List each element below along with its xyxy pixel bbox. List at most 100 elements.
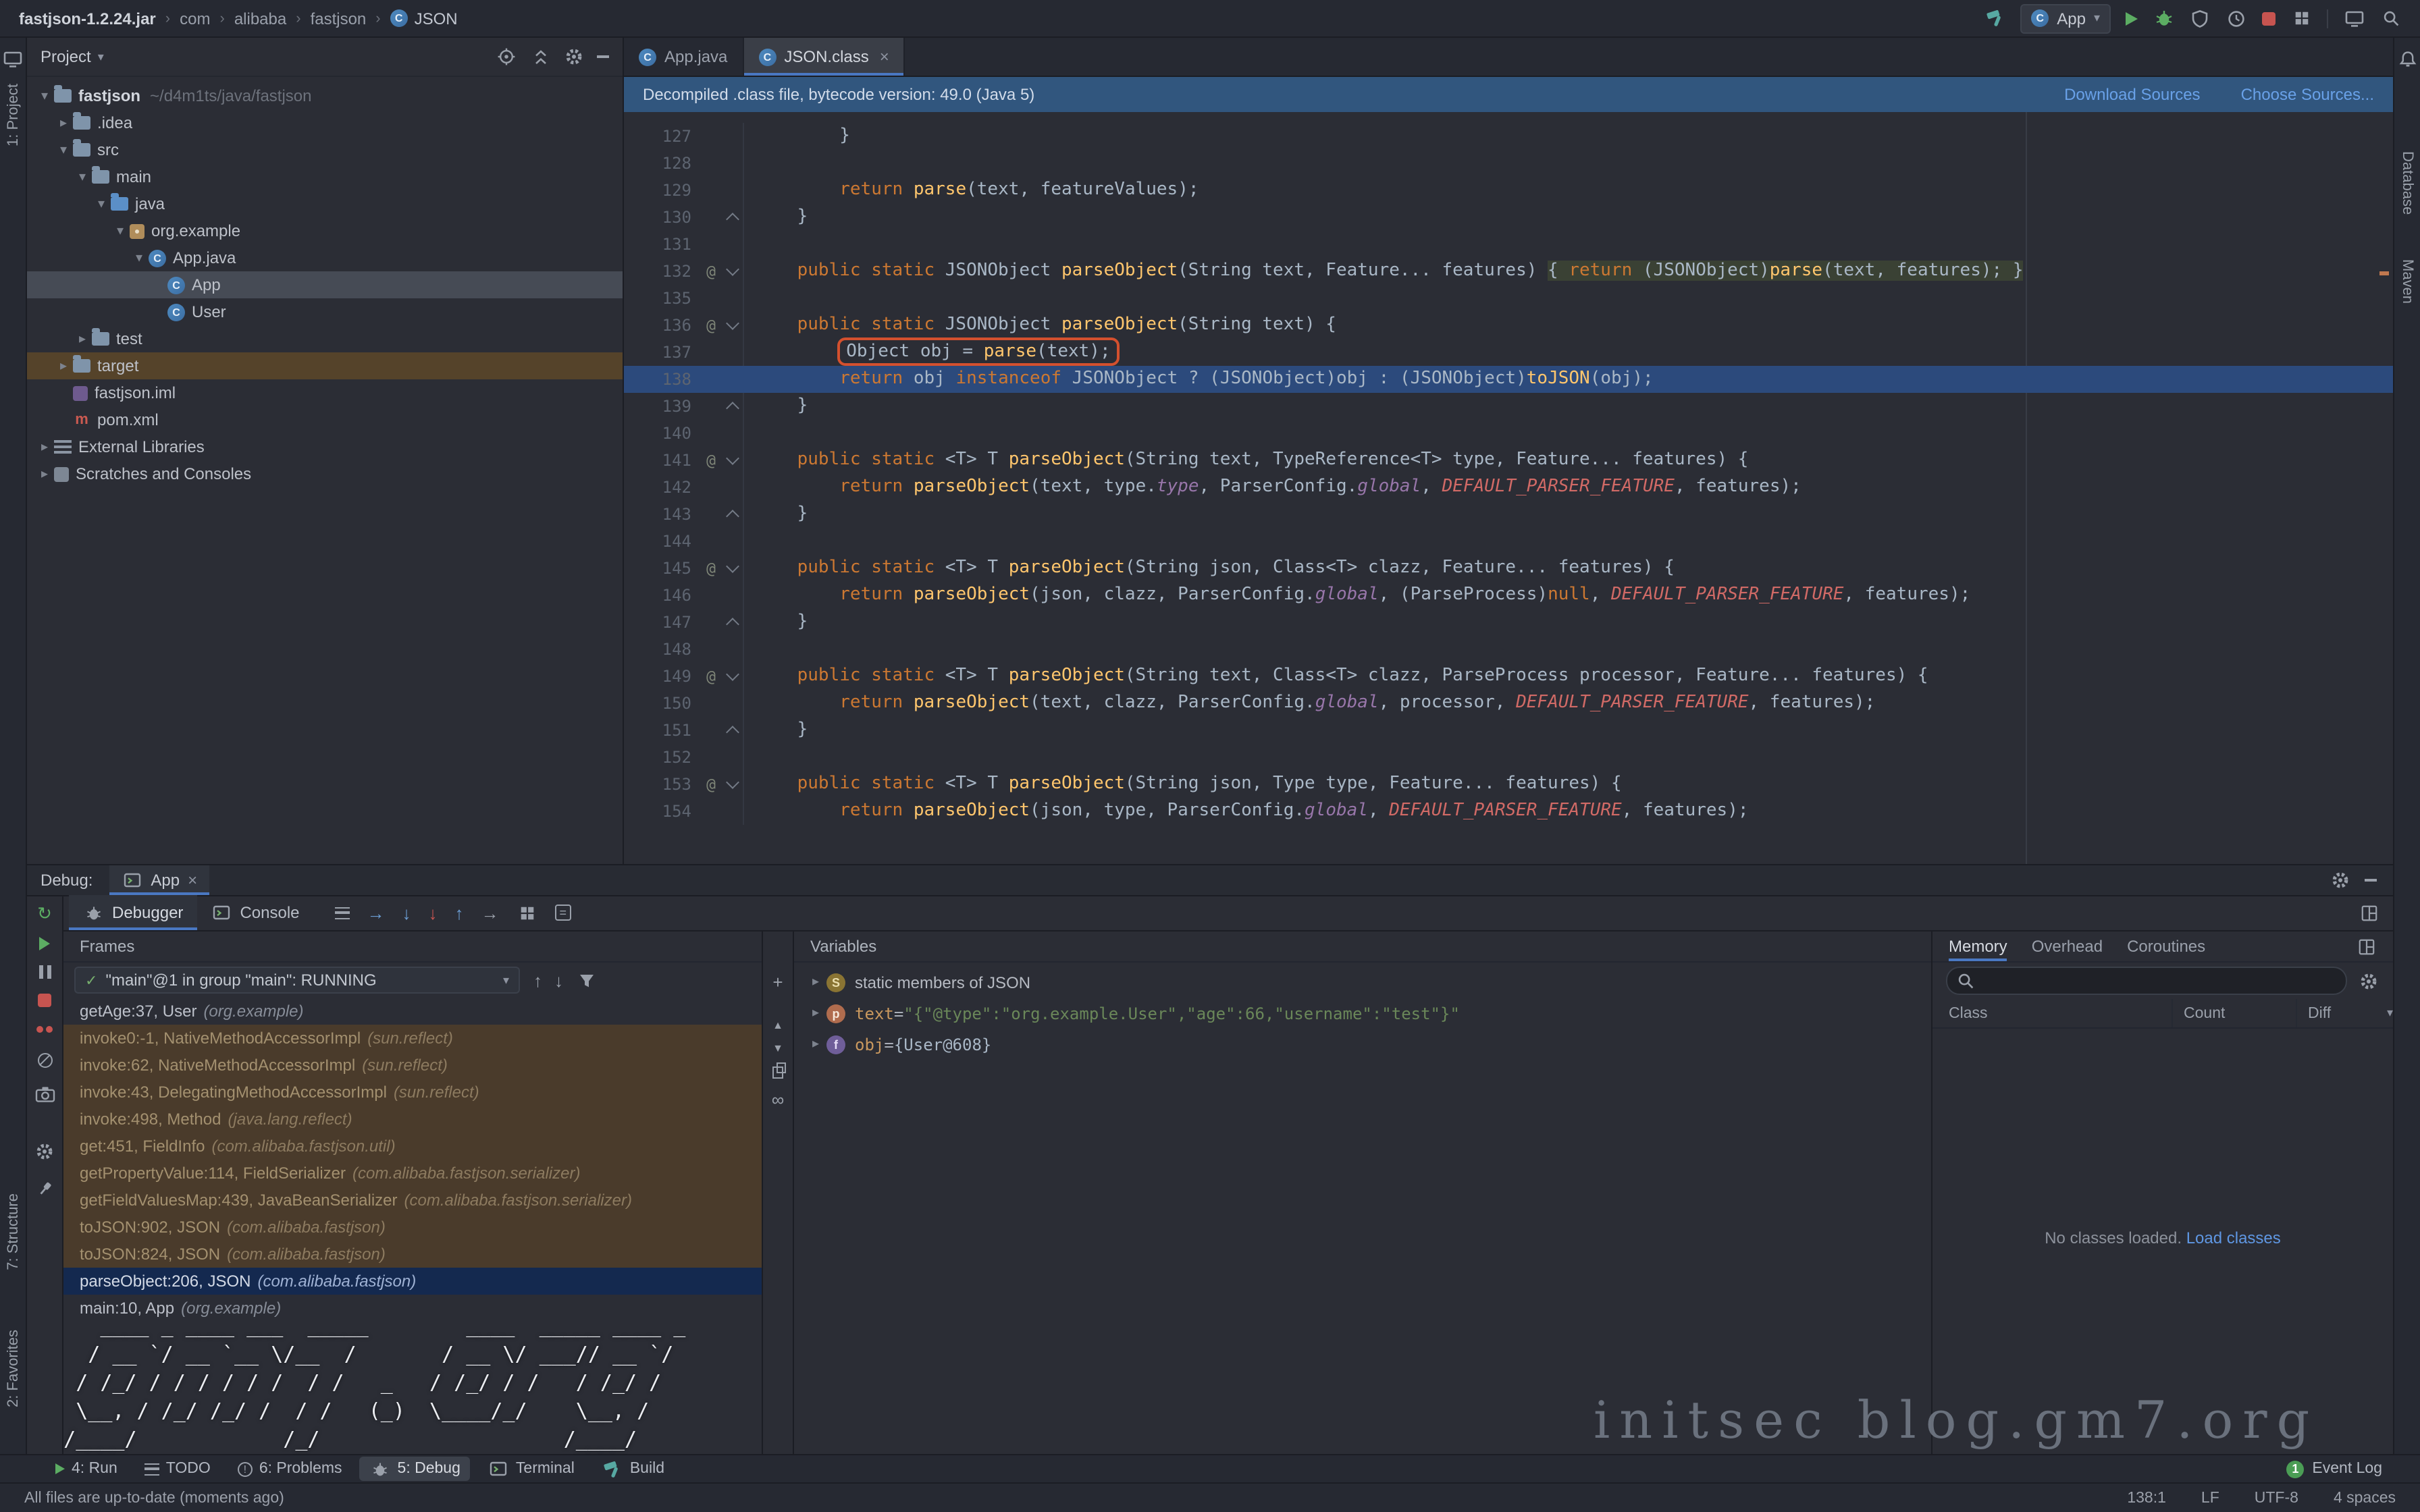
- debug-session-tab[interactable]: App ×: [109, 865, 209, 895]
- fold-up-icon[interactable]: [721, 717, 743, 744]
- code-line-129[interactable]: 129 return parse(text, featureValues);: [624, 177, 2393, 204]
- rerun-button[interactable]: ↻: [37, 905, 52, 922]
- pin-button[interactable]: [34, 1177, 55, 1199]
- code-line-149[interactable]: 149@ public static <T> T parseObject(Str…: [624, 663, 2393, 690]
- code-line-132[interactable]: 132@ public static JSONObject parseObjec…: [624, 258, 2393, 285]
- tree-item-App.java[interactable]: ▾CApp.java: [27, 244, 623, 271]
- event-log-widget[interactable]: 1 Event Log: [2286, 1460, 2382, 1478]
- tree-chevron-icon[interactable]: ▾: [35, 88, 54, 103]
- add-watch-button[interactable]: +: [772, 972, 783, 992]
- chevron-right-icon[interactable]: ▸: [805, 1037, 826, 1052]
- stop-button[interactable]: [2262, 11, 2276, 25]
- move-down-button[interactable]: ↓: [554, 971, 563, 989]
- search-everywhere-button[interactable]: [2379, 7, 2401, 29]
- code-line-152[interactable]: 152: [624, 744, 2393, 771]
- code-line-127[interactable]: 127 }: [624, 123, 2393, 150]
- force-step-into-button[interactable]: ↓: [429, 904, 438, 921]
- layout-button[interactable]: [2343, 7, 2365, 29]
- tree-item-java[interactable]: ▾java: [27, 190, 623, 217]
- tree-item-target[interactable]: ▸target: [27, 352, 623, 379]
- code-line-147[interactable]: 147 }: [624, 609, 2393, 636]
- fold-up-icon[interactable]: [721, 204, 743, 231]
- toolwindow-button-Terminal[interactable]: Terminal: [478, 1457, 584, 1481]
- coverage-button[interactable]: [2189, 7, 2211, 29]
- toolwindow-button-4: Run[interactable]: 4: Run: [46, 1459, 127, 1478]
- tool-windows-button[interactable]: [2290, 7, 2312, 29]
- toolwindow-stripe-structure[interactable]: 7: Structure: [5, 1193, 21, 1270]
- code-line-150[interactable]: 150 return parseObject(text, clazz, Pars…: [624, 690, 2393, 717]
- editor-tab-App.java[interactable]: CApp.java: [624, 38, 743, 76]
- evaluate-button[interactable]: =: [556, 905, 571, 921]
- tree-chevron-icon[interactable]: ▾: [111, 223, 130, 238]
- code-line-137[interactable]: 137 Object obj = parse(text);: [624, 339, 2393, 366]
- code-line-128[interactable]: 128: [624, 150, 2393, 177]
- memory-tab-Memory[interactable]: Memory: [1949, 932, 2007, 961]
- fold-down-icon[interactable]: [721, 663, 743, 690]
- fold-down-icon[interactable]: [721, 258, 743, 285]
- watch-return-values-button[interactable]: ∞: [772, 1091, 785, 1108]
- frame-row[interactable]: getFieldValuesMap:439, JavaBeanSerialize…: [63, 1187, 762, 1214]
- code-line-144[interactable]: 144: [624, 528, 2393, 555]
- fold-down-icon[interactable]: [721, 312, 743, 339]
- chevron-right-icon[interactable]: ▸: [805, 975, 826, 990]
- tree-item-User[interactable]: CUser: [27, 298, 623, 325]
- toolwindow-stripe-favorites[interactable]: 2: Favorites: [5, 1330, 21, 1407]
- tree-chevron-icon[interactable]: ▸: [73, 331, 92, 346]
- tree-item-pom.xml[interactable]: mpom.xml: [27, 406, 623, 433]
- line-separator-widget[interactable]: LF: [2201, 1490, 2219, 1506]
- breadcrumb-item[interactable]: alibaba: [234, 9, 286, 28]
- code-area[interactable]: 127 }128129 return parse(text, featureVa…: [624, 112, 2393, 865]
- tree-item-App[interactable]: CApp: [27, 271, 623, 298]
- indent-widget[interactable]: 4 spaces: [2334, 1490, 2396, 1506]
- tree-item-org.example[interactable]: ▾org.example: [27, 217, 623, 244]
- code-line-131[interactable]: 131: [624, 231, 2393, 258]
- toolwindow-button-5: Debug[interactable]: 5: Debug: [360, 1457, 470, 1481]
- frame-row[interactable]: invoke0:-1, NativeMethodAccessorImpl(sun…: [63, 1025, 762, 1052]
- frame-row[interactable]: get:451, FieldInfo(com.alibaba.fastjson.…: [63, 1133, 762, 1160]
- toolwindow-button-TODO[interactable]: TODO: [135, 1459, 220, 1478]
- toolwindow-button-Build[interactable]: Build: [592, 1457, 674, 1481]
- breadcrumb-item[interactable]: fastjson: [311, 9, 367, 28]
- step-out-button[interactable]: ↑: [455, 904, 464, 921]
- settings-button[interactable]: [34, 1141, 55, 1162]
- code-line-139[interactable]: 139 }: [624, 393, 2393, 420]
- collapse-all-button[interactable]: [529, 46, 551, 68]
- memory-tab-Overhead[interactable]: Overhead: [2032, 932, 2103, 961]
- move-up-button[interactable]: ▲: [772, 1021, 783, 1031]
- resume-button[interactable]: [39, 937, 50, 950]
- frame-row[interactable]: invoke:43, DelegatingMethodAccessorImpl(…: [63, 1079, 762, 1106]
- error-stripe-mark[interactable]: [2379, 271, 2389, 275]
- tree-item-test[interactable]: ▸test: [27, 325, 623, 352]
- profiler-button[interactable]: [2226, 7, 2247, 29]
- toolwindow-stripe-database[interactable]: Database: [2399, 151, 2415, 215]
- column-class[interactable]: Class: [1932, 1005, 2172, 1021]
- tree-chevron-icon[interactable]: ▾: [54, 142, 73, 157]
- tree-chevron-icon[interactable]: ▸: [35, 466, 54, 481]
- breadcrumb-item[interactable]: com: [180, 9, 210, 28]
- tree-item-Scratches and Consoles[interactable]: ▸Scratches and Consoles: [27, 460, 623, 487]
- duplicate-button[interactable]: [772, 1066, 783, 1079]
- run-button[interactable]: [2126, 11, 2138, 25]
- debugger-tab-Console[interactable]: Console: [196, 895, 313, 930]
- move-down-button[interactable]: ▼: [772, 1044, 783, 1054]
- column-count[interactable]: Count: [2172, 999, 2296, 1027]
- frame-row[interactable]: getPropertyValue:114, FieldSerializer(co…: [63, 1160, 762, 1187]
- settings-button[interactable]: [2330, 869, 2351, 891]
- code-line-146[interactable]: 146 return parseObject(json, clazz, Pars…: [624, 582, 2393, 609]
- hide-button[interactable]: [2365, 879, 2377, 882]
- code-line-145[interactable]: 145@ public static <T> T parseObject(Str…: [624, 555, 2393, 582]
- thread-dump-button[interactable]: [34, 1083, 55, 1104]
- frame-row[interactable]: main:10, App(org.example): [63, 1295, 762, 1322]
- tree-item-.idea[interactable]: ▸.idea: [27, 109, 623, 136]
- fold-down-icon[interactable]: [721, 771, 743, 798]
- move-up-button[interactable]: ↑: [533, 971, 542, 989]
- tree-chevron-icon[interactable]: ▾: [92, 196, 111, 211]
- frame-row[interactable]: invoke:62, NativeMethodAccessorImpl(sun.…: [63, 1052, 762, 1079]
- code-line-151[interactable]: 151 }: [624, 717, 2393, 744]
- diagram-icon[interactable]: [2355, 936, 2377, 957]
- close-icon[interactable]: ×: [188, 871, 197, 890]
- code-line-154[interactable]: 154 return parseObject(json, type, Parse…: [624, 798, 2393, 825]
- tree-item-main[interactable]: ▾main: [27, 163, 623, 190]
- encoding-widget[interactable]: UTF-8: [2255, 1490, 2298, 1506]
- tool-window-switcher-icon[interactable]: [2, 49, 24, 70]
